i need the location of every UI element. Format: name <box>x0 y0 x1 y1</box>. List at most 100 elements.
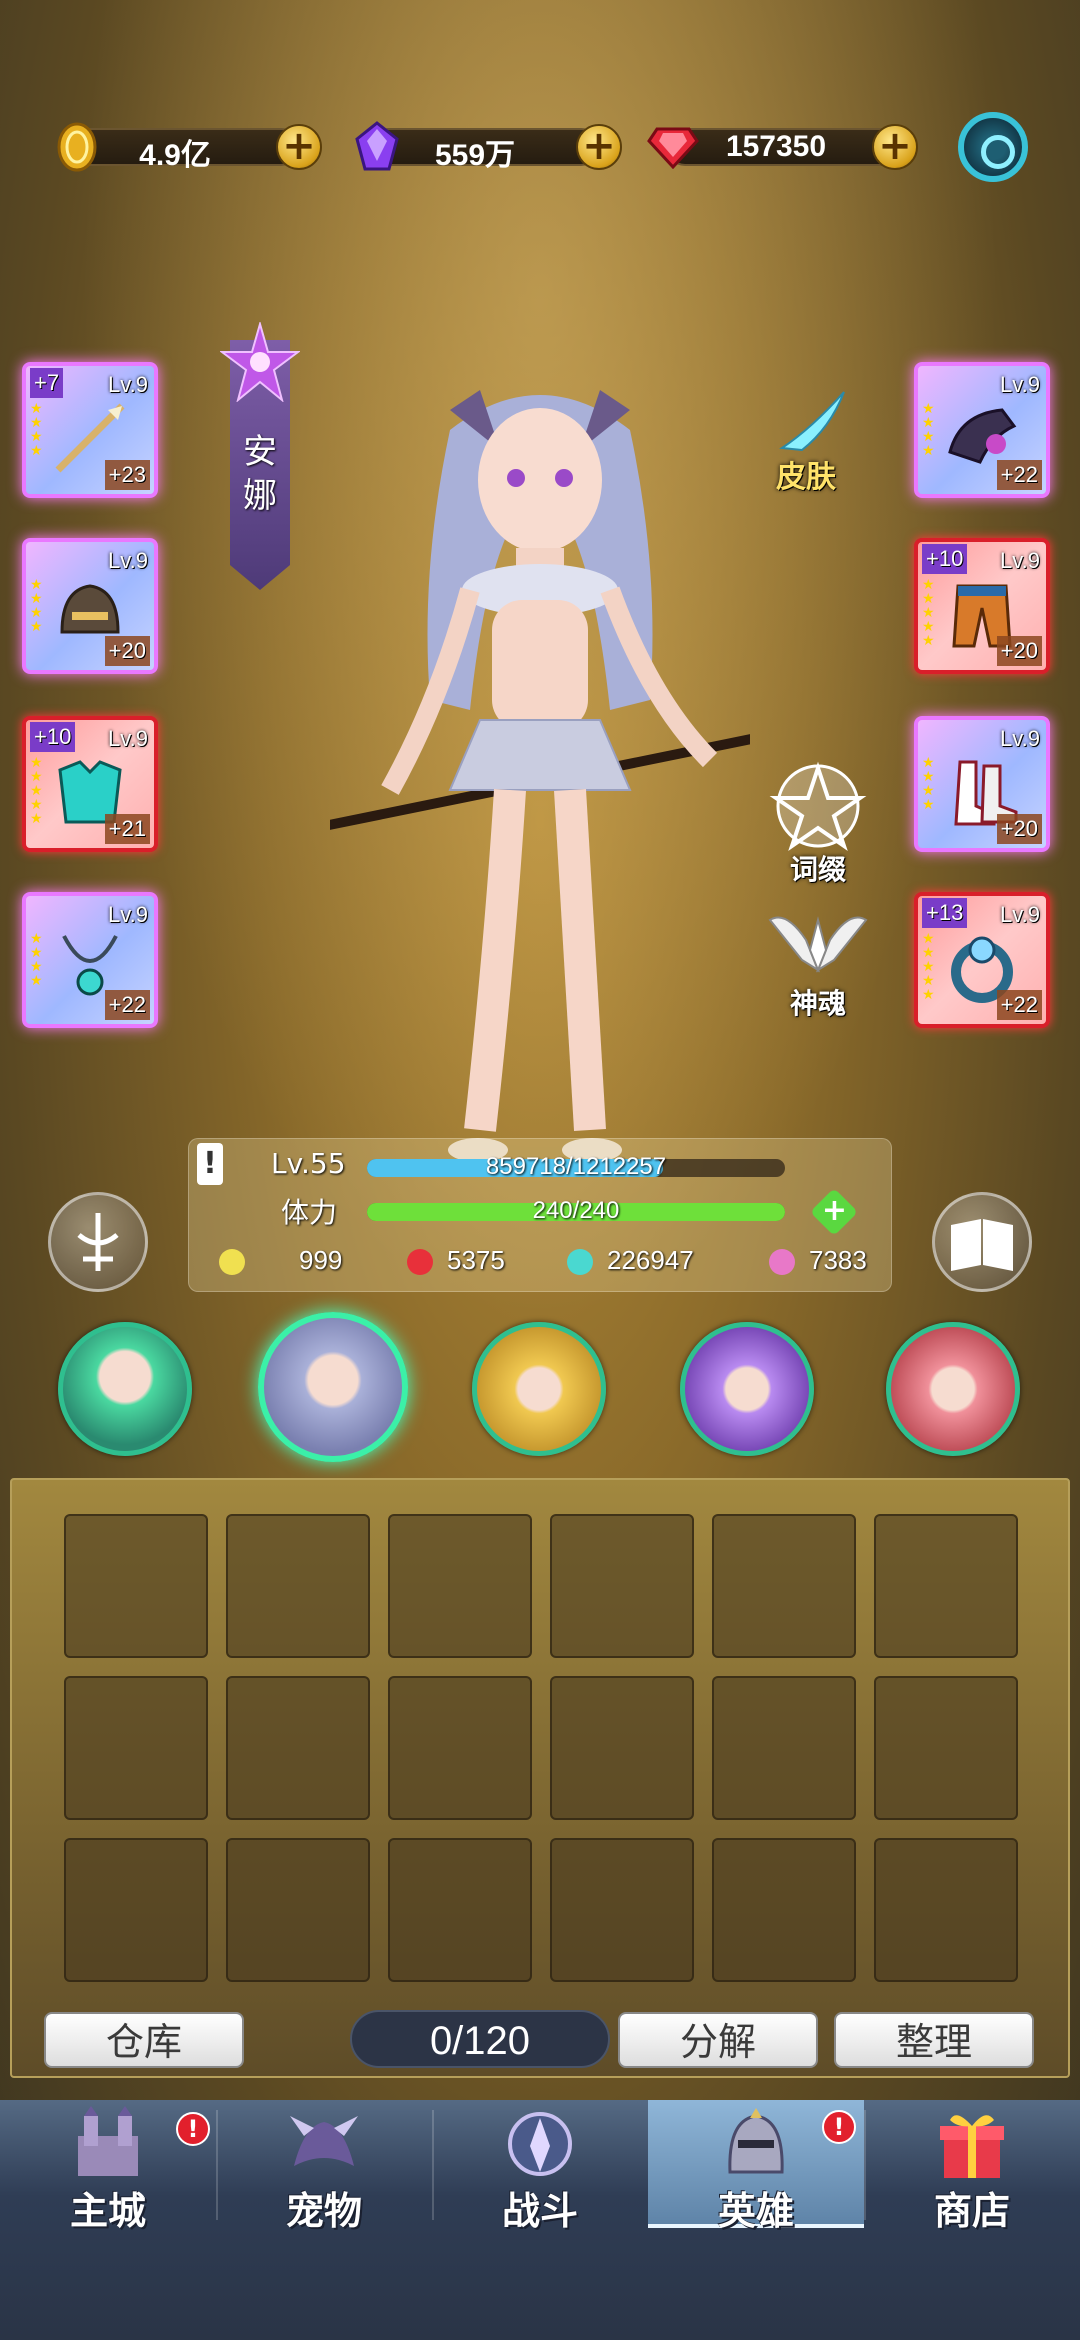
inventory-slot[interactable] <box>550 1838 694 1982</box>
fleur-icon <box>77 1213 119 1271</box>
hero-stats-panel: ! Lv.55 859718/1212257 体力 240/240 + 999 … <box>188 1138 892 1292</box>
bottom-navigation: 主城 ! 宠物 战斗 英雄 ! 商店 <box>0 2100 1080 2340</box>
equip-slot-helmet[interactable]: ★ ★ ★ ★ Lv.9 +20 <box>22 538 158 674</box>
currency-crystal: 559万 + <box>350 120 622 172</box>
equip-slot-armor[interactable]: ★ ★ ★ ★ ★ +10 Lv.9 +21 <box>22 716 158 852</box>
inventory-slot[interactable] <box>388 1514 532 1658</box>
inventory-slot[interactable] <box>226 1838 370 1982</box>
settings-gear-icon[interactable] <box>958 112 1028 182</box>
dragon-icon <box>290 2116 358 2166</box>
red-gem-icon <box>646 120 700 174</box>
inventory-slot[interactable] <box>712 1838 856 1982</box>
hero-portrait-4[interactable] <box>680 1322 814 1456</box>
nav-label: 英雄 <box>717 2189 794 2233</box>
nav-battle[interactable]: 战斗 <box>432 2100 648 2233</box>
stat-value-2: 5375 <box>447 1245 505 1275</box>
equip-enhance-label: +21 <box>104 814 150 844</box>
nav-label: 商店 <box>933 2189 1010 2233</box>
inventory-slot[interactable] <box>874 1838 1018 1982</box>
feather-icon <box>779 391 845 452</box>
hero-portrait-5[interactable] <box>886 1322 1020 1456</box>
inventory-slot[interactable] <box>550 1514 694 1658</box>
equip-level-label: Lv.9 <box>1000 726 1040 751</box>
battle-crest-icon <box>508 2112 572 2176</box>
crystal-amount: 559万 <box>434 139 516 172</box>
inventory-slot[interactable] <box>874 1514 1018 1658</box>
currency-gold: 4.9亿 + <box>50 120 322 172</box>
frost-stat-icon <box>567 1249 593 1275</box>
notification-badge: ! <box>822 2110 856 2144</box>
equip-plus-label: +13 <box>922 898 968 928</box>
pentagram-icon <box>769 761 867 852</box>
inventory-slot[interactable] <box>226 1514 370 1658</box>
inventory-slot[interactable] <box>388 1838 532 1982</box>
stamina-bar: 240/240 <box>367 1197 785 1224</box>
equip-level-label: Lv.9 <box>1000 902 1040 927</box>
affix-label: 词缀 <box>790 853 847 886</box>
equip-enhance-label: +22 <box>996 460 1042 490</box>
nav-label: 主城 <box>69 2189 146 2233</box>
inventory-slot[interactable] <box>64 1676 208 1820</box>
add-stamina-button[interactable]: + <box>809 1187 859 1237</box>
decompose-button[interactable]: 分解 <box>618 2012 818 2068</box>
nav-heroes[interactable]: 英雄 ! <box>648 2100 864 2233</box>
hero-level: Lv.55 <box>271 1147 346 1180</box>
nav-pets[interactable]: 宠物 <box>216 2100 432 2233</box>
inventory-slot[interactable] <box>226 1676 370 1820</box>
skin-button[interactable]: 皮肤 <box>772 388 852 498</box>
inventory-slot[interactable] <box>712 1514 856 1658</box>
equip-slot-shoulder[interactable]: ★ ★ ★ ★ Lv.9 +22 <box>914 362 1050 498</box>
gift-box-icon <box>940 2115 1004 2178</box>
skin-label: 皮肤 <box>776 460 836 495</box>
knight-helmet-icon <box>728 2108 784 2174</box>
affix-button[interactable]: 词缀 <box>766 758 870 888</box>
exp-text: 859718/1212257 <box>485 1153 667 1180</box>
equip-plus-label: +7 <box>30 368 64 398</box>
exp-bar: 859718/1212257 <box>367 1153 785 1180</box>
inventory-slot[interactable] <box>550 1676 694 1820</box>
warehouse-button[interactable]: 仓库 <box>44 2012 244 2068</box>
equip-level-label: Lv.9 <box>1000 372 1040 397</box>
inventory-slot[interactable] <box>64 1514 208 1658</box>
soul-label: 神魂 <box>790 987 847 1020</box>
equip-slot-ring[interactable]: ★ ★ ★ ★ ★ +13 Lv.9 +22 <box>914 892 1050 1028</box>
soul-button[interactable]: 神魂 <box>766 900 870 1030</box>
equip-plus-label: +10 <box>30 722 76 752</box>
equip-slot-weapon[interactable]: ★ ★ ★ ★ +7 Lv.9 +23 <box>22 362 158 498</box>
star-emblem-icon <box>220 322 300 402</box>
equip-level-label: Lv.9 <box>108 372 148 397</box>
nav-label: 战斗 <box>501 2189 578 2233</box>
inventory-capacity: 0/120 <box>350 2010 610 2068</box>
equip-slot-boots[interactable]: ★ ★ ★ ★ Lv.9 +20 <box>914 716 1050 852</box>
equip-enhance-label: +20 <box>996 814 1042 844</box>
nav-label: 宠物 <box>285 2189 362 2233</box>
equip-level-label: Lv.9 <box>1000 548 1040 573</box>
castle-icon <box>78 2106 138 2176</box>
inventory-slot[interactable] <box>388 1676 532 1820</box>
equip-enhance-label: +22 <box>104 990 150 1020</box>
hero-codex-button[interactable] <box>932 1192 1032 1292</box>
nav-main-city[interactable]: 主城 ! <box>0 2100 216 2233</box>
equip-enhance-label: +22 <box>996 990 1042 1020</box>
stamina-label: 体力 <box>281 1196 338 1229</box>
inventory-slot[interactable] <box>64 1838 208 1982</box>
nav-shop[interactable]: 商店 <box>864 2100 1080 2233</box>
info-icon[interactable]: ! <box>197 1143 223 1185</box>
add-gold-button[interactable]: + <box>276 124 322 170</box>
hero-portrait-2[interactable] <box>258 1312 408 1462</box>
hero-switch-button[interactable] <box>48 1192 148 1292</box>
equip-enhance-label: +23 <box>104 460 150 490</box>
winged-emblem-icon <box>768 916 868 973</box>
equip-slot-pants[interactable]: ★ ★ ★ ★ ★ +10 Lv.9 +20 <box>914 538 1050 674</box>
inventory-slot[interactable] <box>874 1676 1018 1820</box>
fire-stat-icon <box>407 1249 433 1275</box>
sort-button[interactable]: 整理 <box>834 2012 1034 2068</box>
inventory-slot[interactable] <box>712 1676 856 1820</box>
equip-slot-necklace[interactable]: ★ ★ ★ ★ Lv.9 +22 <box>22 892 158 1028</box>
currency-ruby: 157350 + <box>646 120 926 172</box>
equip-level-label: Lv.9 <box>108 548 148 573</box>
hero-portrait-1[interactable] <box>58 1322 192 1456</box>
add-crystal-button[interactable]: + <box>576 124 622 170</box>
hero-portrait-3[interactable] <box>472 1322 606 1456</box>
add-ruby-button[interactable]: + <box>872 124 918 170</box>
